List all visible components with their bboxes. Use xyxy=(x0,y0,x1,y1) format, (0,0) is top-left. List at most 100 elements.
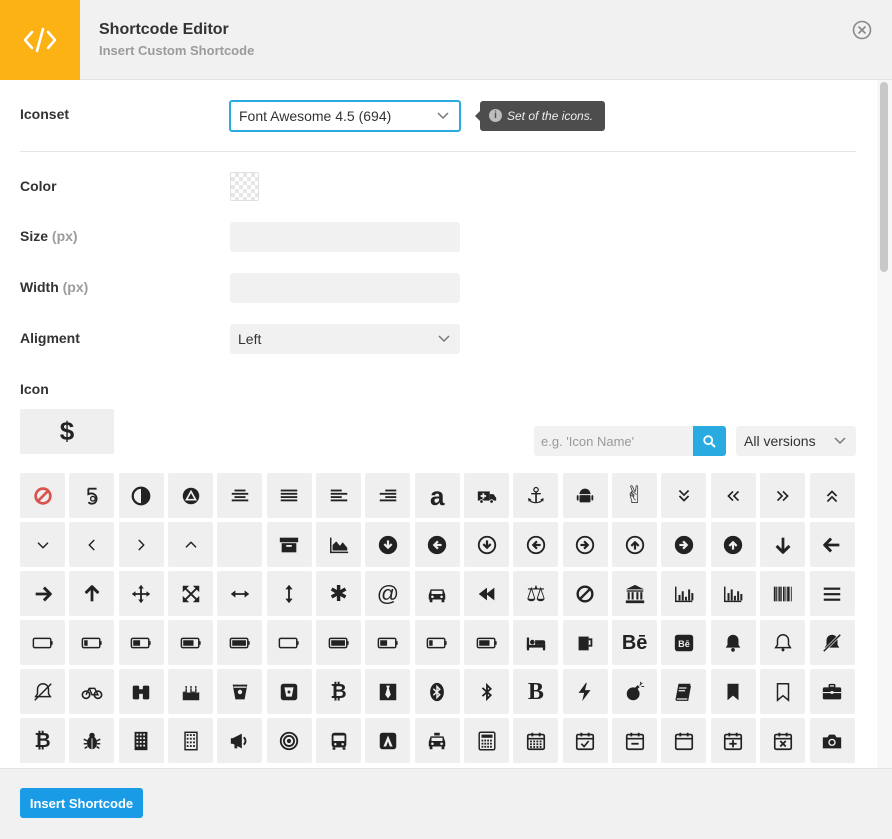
amazon-icon[interactable]: a xyxy=(414,473,460,518)
book-icon[interactable] xyxy=(661,669,707,714)
bullseye-icon[interactable] xyxy=(266,718,312,763)
ambulance-icon[interactable] xyxy=(464,473,510,518)
bar-chart-icon[interactable] xyxy=(661,571,707,616)
building-icon[interactable] xyxy=(118,718,164,763)
angle-down-icon[interactable] xyxy=(20,522,65,567)
battery-4-icon[interactable] xyxy=(217,620,263,665)
calendar-minus-o-icon[interactable] xyxy=(612,718,658,763)
bell-slash-icon[interactable] xyxy=(809,620,855,665)
arrows-v-icon[interactable] xyxy=(266,571,312,616)
bell-o-icon[interactable] xyxy=(760,620,806,665)
balance-scale-icon[interactable]: ⚖ xyxy=(513,571,559,616)
selected-icon-preview[interactable]: $ xyxy=(20,409,114,454)
insert-shortcode-button[interactable]: Insert Shortcode xyxy=(20,788,143,818)
bicycle-icon[interactable] xyxy=(69,669,115,714)
calculator-icon[interactable] xyxy=(464,718,510,763)
search-button[interactable] xyxy=(693,426,726,456)
angle-left-icon[interactable] xyxy=(69,522,115,567)
arrow-left-icon[interactable] xyxy=(809,522,855,567)
arrow-circle-o-up-icon[interactable] xyxy=(612,522,658,567)
battery-quarter-icon[interactable] xyxy=(414,620,460,665)
bank-icon[interactable] xyxy=(612,571,658,616)
bitcoin-icon[interactable]: ₿ xyxy=(316,669,362,714)
beer-icon[interactable] xyxy=(562,620,608,665)
bus-icon[interactable] xyxy=(316,718,362,763)
black-tie-icon[interactable] xyxy=(365,669,411,714)
ban-outline-icon[interactable] xyxy=(562,571,608,616)
bug-icon[interactable] xyxy=(69,718,115,763)
building-o-icon[interactable] xyxy=(168,718,214,763)
bitbucket-icon[interactable] xyxy=(217,669,263,714)
angle-up-icon[interactable] xyxy=(168,522,214,567)
android-icon[interactable] xyxy=(562,473,608,518)
arrow-circle-up-icon[interactable] xyxy=(710,522,756,567)
bluetooth-b-icon[interactable] xyxy=(464,669,510,714)
color-picker-swatch[interactable] xyxy=(230,172,259,201)
adjust-icon[interactable] xyxy=(118,473,164,518)
adn-icon[interactable] xyxy=(168,473,214,518)
anchor-icon[interactable]: ⚓ xyxy=(513,473,559,518)
scrollbar-thumb[interactable] xyxy=(880,82,888,272)
icon-search-input[interactable] xyxy=(534,426,693,456)
at-icon[interactable]: @ xyxy=(365,571,411,616)
binoculars-icon[interactable] xyxy=(118,669,164,714)
arrows-icon[interactable] xyxy=(118,571,164,616)
area-chart-icon[interactable] xyxy=(316,522,362,567)
battery-3-icon[interactable] xyxy=(168,620,214,665)
behance-square-icon[interactable]: Bē xyxy=(661,620,707,665)
align-justify-icon[interactable] xyxy=(266,473,312,518)
arrow-down-icon[interactable] xyxy=(760,522,806,567)
angle-double-right-icon[interactable] xyxy=(760,473,806,518)
calendar-icon[interactable] xyxy=(513,718,559,763)
bed-icon[interactable] xyxy=(513,620,559,665)
arrow-circle-o-down-icon[interactable] xyxy=(464,522,510,567)
angle-double-up-icon[interactable] xyxy=(809,473,855,518)
archive-icon[interactable] xyxy=(266,522,312,567)
bluetooth-icon[interactable] xyxy=(414,669,460,714)
apple-icon[interactable] xyxy=(217,522,263,567)
bitbucket-square-icon[interactable] xyxy=(266,669,312,714)
arrows-alt-icon[interactable] xyxy=(168,571,214,616)
align-right-icon[interactable] xyxy=(365,473,411,518)
battery-three-quarters-icon[interactable] xyxy=(464,620,510,665)
behance-icon[interactable]: Bē xyxy=(612,620,658,665)
width-input[interactable] xyxy=(230,273,460,303)
calendar-times-o-icon[interactable] xyxy=(760,718,806,763)
battery-0-icon[interactable] xyxy=(20,620,65,665)
arrow-circle-o-left-icon[interactable] xyxy=(513,522,559,567)
angle-right-icon[interactable] xyxy=(118,522,164,567)
angellist-icon[interactable]: ✌ xyxy=(612,473,658,518)
bell-icon[interactable] xyxy=(710,620,756,665)
battery-full-icon[interactable] xyxy=(316,620,362,665)
buysellads-icon[interactable] xyxy=(365,718,411,763)
align-left-icon[interactable] xyxy=(316,473,362,518)
bullhorn-icon[interactable] xyxy=(217,718,263,763)
arrow-up-icon[interactable] xyxy=(69,571,115,616)
btc-icon[interactable]: ₿ xyxy=(20,718,65,763)
arrow-circle-down-icon[interactable] xyxy=(365,522,411,567)
bookmark-icon[interactable] xyxy=(710,669,756,714)
ban-icon[interactable] xyxy=(20,473,65,518)
fivehundredpx-icon[interactable] xyxy=(69,473,115,518)
bars-icon[interactable] xyxy=(809,571,855,616)
bold-icon[interactable]: B xyxy=(513,669,559,714)
align-center-icon[interactable] xyxy=(217,473,263,518)
versions-select[interactable]: All versions xyxy=(736,426,856,456)
angle-double-down-icon[interactable] xyxy=(661,473,707,518)
arrows-h-icon[interactable] xyxy=(217,571,263,616)
automobile-icon[interactable] xyxy=(414,571,460,616)
bookmark-o-icon[interactable] xyxy=(760,669,806,714)
calendar-check-o-icon[interactable] xyxy=(562,718,608,763)
bomb-icon[interactable] xyxy=(612,669,658,714)
cab-icon[interactable] xyxy=(414,718,460,763)
calendar-plus-o-icon[interactable] xyxy=(710,718,756,763)
bell-slash-o-icon[interactable] xyxy=(20,669,65,714)
alignment-select[interactable]: Left xyxy=(230,324,460,354)
arrow-right-icon[interactable] xyxy=(20,571,65,616)
arrow-circle-right-icon[interactable] xyxy=(661,522,707,567)
asterisk-icon[interactable]: ✱ xyxy=(316,571,362,616)
bar-chart-o-icon[interactable] xyxy=(710,571,756,616)
battery-1-icon[interactable] xyxy=(69,620,115,665)
birthday-cake-icon[interactable] xyxy=(168,669,214,714)
battery-half-icon[interactable] xyxy=(365,620,411,665)
